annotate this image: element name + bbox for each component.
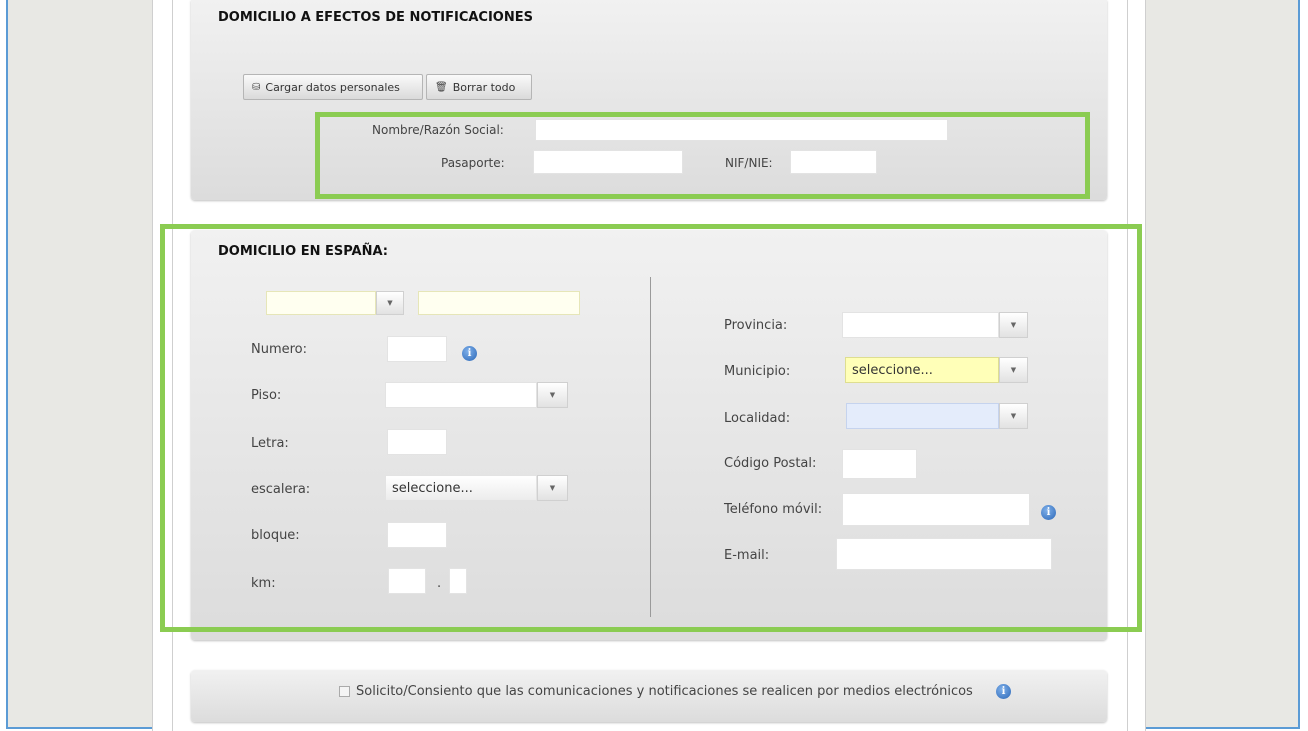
highlight-spain-address-box — [160, 224, 1142, 632]
notifications-title: DOMICILIO A EFECTOS DE NOTIFICACIONES — [218, 10, 533, 25]
clear-all-label: Borrar todo — [452, 80, 516, 94]
consent-label: Solicito/Consiento que las comunicacione… — [356, 684, 973, 699]
trash-icon: 🗑 — [435, 81, 448, 93]
load-personal-data-button[interactable]: ⛁ Cargar datos personales — [243, 74, 423, 100]
highlight-identity-box — [315, 112, 1090, 199]
consent-info-icon[interactable]: i — [996, 684, 1011, 699]
consent-checkbox[interactable] — [339, 686, 350, 697]
database-icon: ⛁ — [252, 81, 261, 93]
clear-all-button[interactable]: 🗑 Borrar todo — [426, 74, 532, 100]
load-personal-data-label: Cargar datos personales — [265, 80, 400, 94]
